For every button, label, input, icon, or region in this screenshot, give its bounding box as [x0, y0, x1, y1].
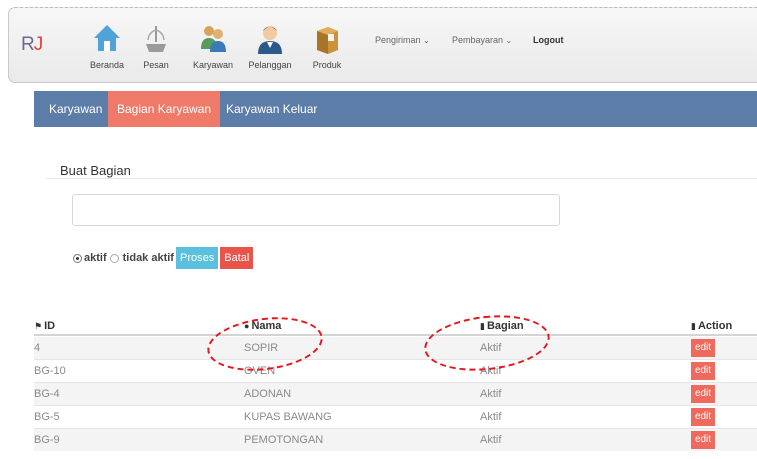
proses-button[interactable]: Proses	[175, 247, 219, 269]
status-radio-group: aktif tidak aktif Proses Batal	[73, 247, 254, 269]
radio-aktif-label: aktif	[84, 252, 107, 264]
radio-tidak-aktif[interactable]	[109, 253, 119, 263]
cell-id: BG-9	[34, 434, 60, 446]
dropdown-pengiriman[interactable]: Pengiriman ⌄	[375, 35, 430, 45]
nav-label: Karyawan	[192, 60, 234, 70]
dropdown-label: Pembayaran	[452, 35, 504, 45]
column-header-id[interactable]: ⚑ ID	[34, 320, 55, 332]
tab-karyawan-keluar[interactable]: Karyawan Keluar	[217, 91, 326, 127]
sub-tab-bar: Karyawan Bagian Karyawan Karyawan Keluar	[34, 91, 757, 127]
home-icon	[94, 25, 120, 51]
header-label: ID	[44, 320, 56, 332]
nav-karyawan[interactable]: Karyawan	[183, 22, 243, 70]
cell-id: BG-10	[34, 365, 66, 377]
edit-button[interactable]: edit	[691, 431, 715, 449]
cell-nama: KUPAS BAWANG	[244, 411, 332, 423]
edit-button[interactable]: edit	[691, 385, 715, 403]
cell-bagian: Aktif	[480, 388, 502, 400]
brand-j: J	[33, 34, 43, 55]
dropdown-label: Pengiriman	[375, 35, 421, 45]
table-row: BG-4 ADONAN Aktif edit	[34, 383, 757, 405]
nav-produk[interactable]: Produk	[297, 22, 357, 70]
edit-button[interactable]: edit	[691, 408, 715, 426]
cell-id: BG-5	[34, 411, 60, 423]
edit-button[interactable]: edit	[691, 339, 715, 357]
table-header-rule	[34, 334, 757, 336]
cell-nama: PEMOTONGAN	[244, 434, 324, 446]
bagian-name-input[interactable]	[72, 194, 560, 226]
megaphone-icon: ⚑	[34, 321, 43, 331]
bookmark-icon: ▮	[691, 321, 696, 331]
radio-aktif[interactable]	[73, 253, 82, 263]
radio-tidak-aktif-label: tidak aktif	[122, 252, 174, 264]
brand-r: R	[21, 34, 35, 55]
nav-label: Pesan	[143, 60, 169, 70]
cell-bagian: Aktif	[480, 411, 502, 423]
fountain-icon	[146, 26, 166, 52]
tab-bagian-karyawan[interactable]: Bagian Karyawan	[108, 91, 221, 127]
nav-pesan[interactable]: Pesan	[126, 22, 186, 70]
top-navbar: RJ Beranda Pesan Karyawan Pelanggan Prod…	[8, 7, 757, 83]
cell-nama: ADONAN	[244, 388, 292, 400]
dropdown-pembayaran[interactable]: Pembayaran ⌄	[452, 35, 512, 45]
logout-link[interactable]: Logout	[533, 35, 564, 45]
customer-icon	[258, 26, 282, 54]
table-row: BG-5 KUPAS BAWANG Aktif edit	[34, 406, 757, 428]
cell-id: BG-4	[34, 388, 60, 400]
table-row: BG-10 OVEN Aktif edit	[34, 360, 757, 382]
cell-id: 4	[34, 342, 41, 354]
panel-title: Buat Bagian	[60, 163, 131, 178]
users-icon	[201, 26, 226, 52]
tab-karyawan[interactable]: Karyawan	[40, 91, 111, 127]
nav-label: Produk	[312, 60, 342, 70]
chevron-down-icon: ⌄	[505, 36, 513, 45]
table-row: BG-9 PEMOTONGAN Aktif edit	[34, 429, 757, 451]
chevron-down-icon: ⌄	[423, 36, 430, 45]
brand-logo[interactable]: RJ	[21, 34, 43, 56]
divider	[46, 178, 757, 179]
column-header-action[interactable]: ▮ Action	[691, 320, 732, 332]
package-icon	[317, 27, 338, 54]
edit-button[interactable]: edit	[691, 362, 715, 380]
batal-button[interactable]: Batal	[220, 247, 254, 269]
header-label: Action	[697, 320, 733, 332]
nav-pelanggan[interactable]: Pelanggan	[240, 22, 300, 70]
nav-label: Pelanggan	[248, 60, 292, 70]
cell-bagian: Aktif	[480, 434, 502, 446]
table-row: 4 SOPIR Aktif edit	[34, 337, 757, 359]
